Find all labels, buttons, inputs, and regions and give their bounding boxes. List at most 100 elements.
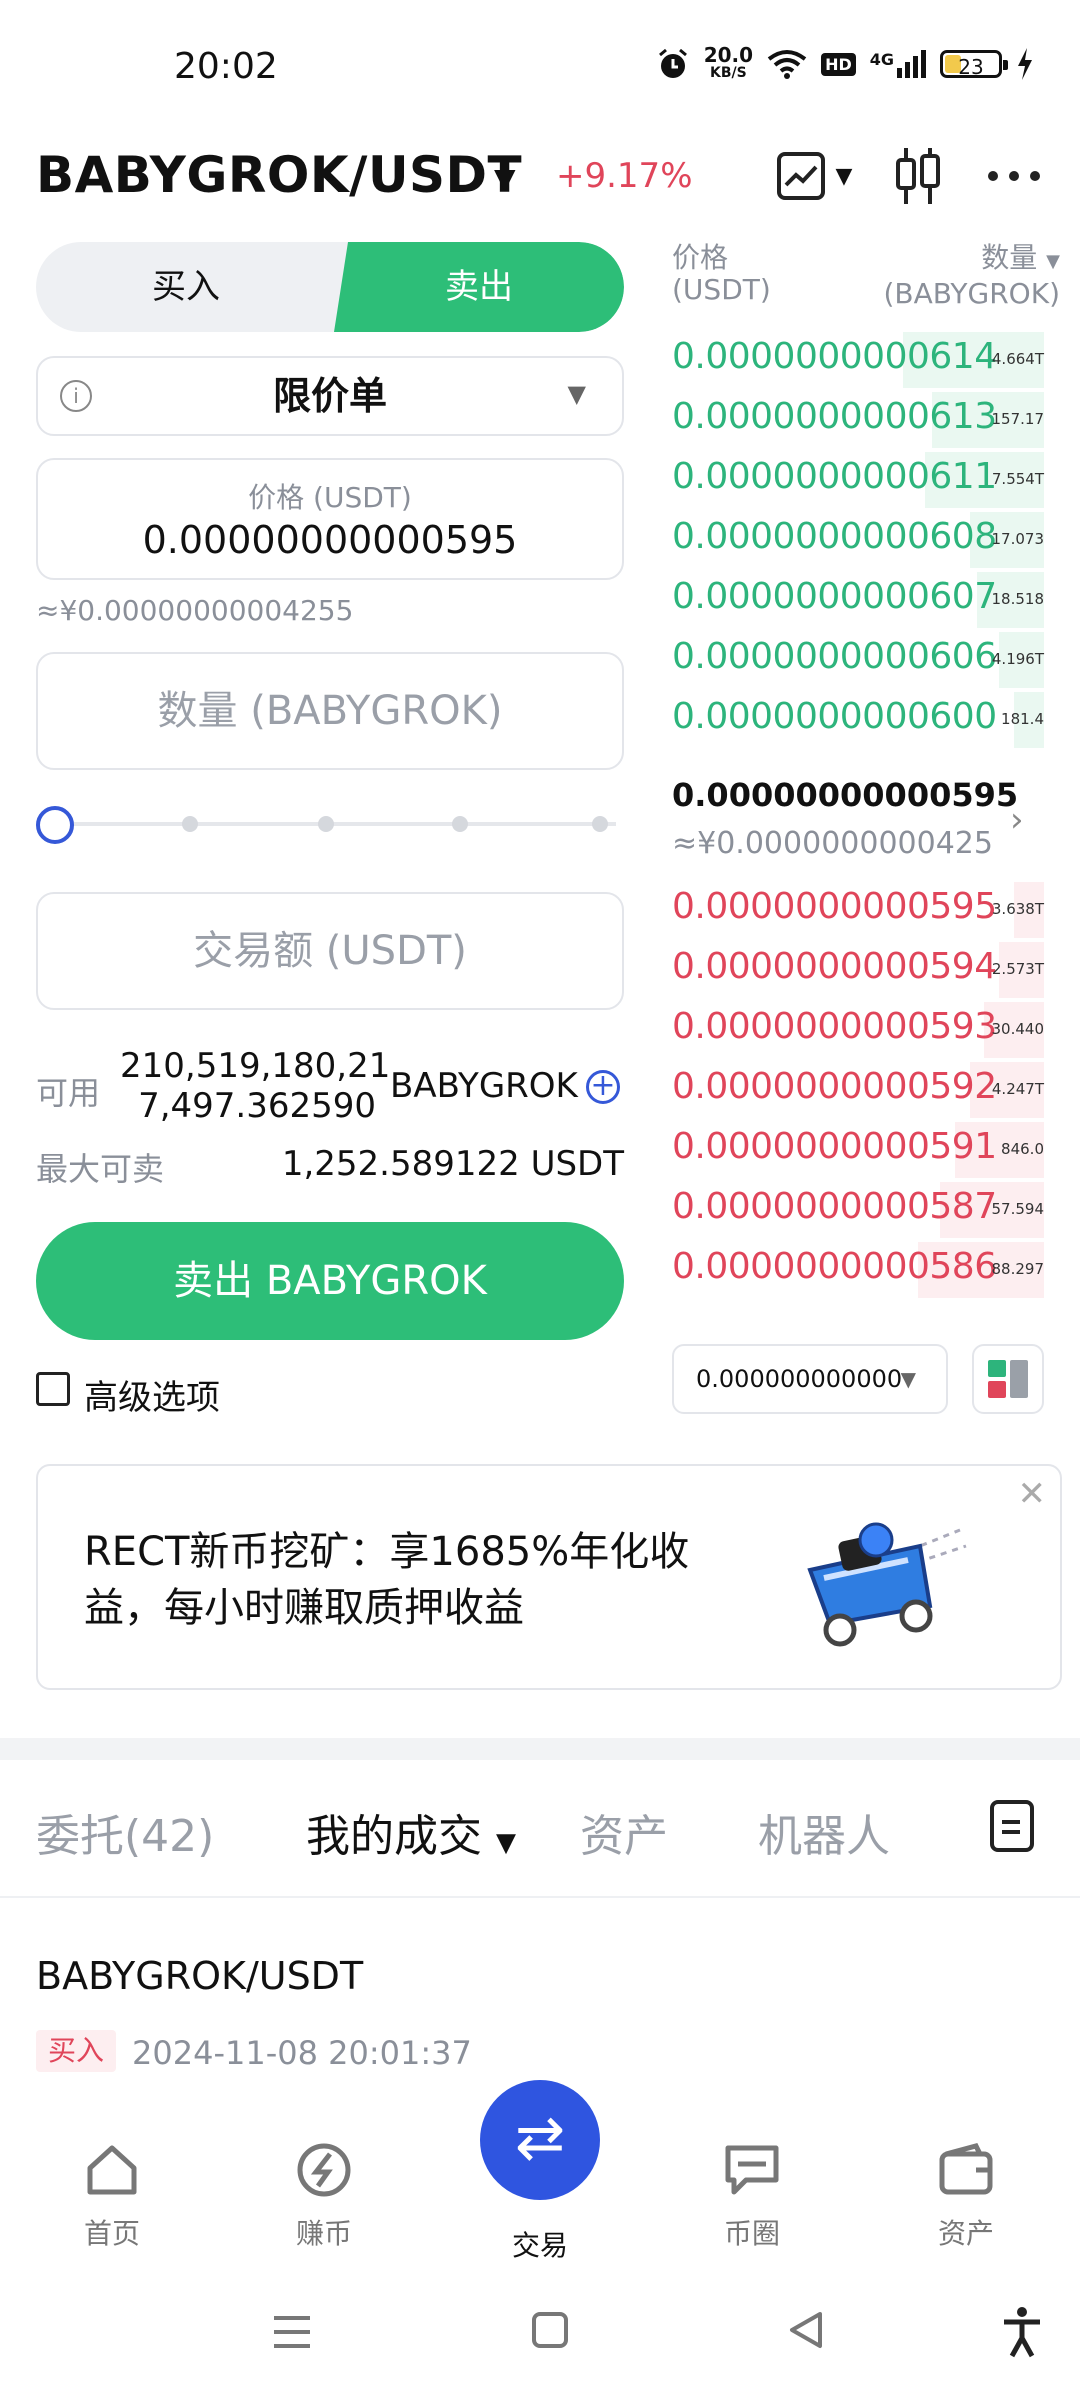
system-nav bbox=[0, 2266, 1080, 2400]
side-toggle: 买入 卖出 bbox=[36, 242, 624, 332]
bottom-nav: 首页 赚币 ⇄ 交易 币圈 资产 bbox=[0, 2080, 1080, 2266]
pair-title[interactable]: BABYGROK/USDT bbox=[36, 146, 522, 204]
home-icon bbox=[87, 2145, 137, 2195]
price-approx: ≈¥0.00000000004255 bbox=[36, 594, 354, 627]
trade-pair[interactable]: BABYGROK/USDT bbox=[36, 1954, 363, 1998]
slider-stop-75[interactable] bbox=[452, 816, 468, 832]
amount-placeholder: 交易额 (USDT) bbox=[193, 928, 467, 974]
buy-tab[interactable]: 买入 bbox=[36, 242, 336, 332]
sell-tab[interactable]: 卖出 bbox=[334, 242, 624, 332]
max-sell-value: 1,252.589122 USDT bbox=[281, 1144, 624, 1184]
orderbook-row[interactable]: 0.0000000000594 2.573T bbox=[672, 940, 1044, 1000]
advanced-options-checkbox[interactable] bbox=[36, 1372, 70, 1406]
trade-swap-icon[interactable]: ⇄ bbox=[480, 2080, 600, 2200]
orderbook-row[interactable]: 0.0000000000614 4.664T bbox=[672, 330, 1044, 390]
chart-toggle-button[interactable]: ▼ bbox=[764, 146, 864, 206]
quantity-input[interactable]: 数量 (BABYGROK) bbox=[36, 652, 624, 770]
slider-stop-25[interactable] bbox=[182, 816, 198, 832]
amount-input[interactable]: 交易额 (USDT) bbox=[36, 892, 624, 1010]
nav-community[interactable]: 币圈 bbox=[682, 2140, 822, 2252]
signal-icon: 4G bbox=[870, 50, 926, 78]
tab-my-trades[interactable]: 我的成交 ▼ bbox=[306, 1800, 516, 1864]
price-change: +9.17% bbox=[556, 156, 693, 196]
tab-separator bbox=[0, 1896, 1080, 1898]
slider-stop-50[interactable] bbox=[318, 816, 334, 832]
slider-stop-100[interactable] bbox=[592, 816, 608, 832]
trade-time: 2024-11-08 20:01:37 bbox=[132, 2034, 472, 2072]
available-unit: BABYGROK bbox=[390, 1066, 578, 1106]
chevron-right-icon[interactable]: › bbox=[1010, 800, 1024, 840]
sell-submit-button[interactable]: 卖出 BABYGROK bbox=[36, 1222, 624, 1340]
tab-assets[interactable]: 资产 bbox=[580, 1800, 668, 1864]
accessibility-icon[interactable] bbox=[1000, 2306, 1044, 2358]
orderbook-row[interactable]: 0.0000000000611 7.554T bbox=[672, 450, 1044, 510]
slider-knob[interactable] bbox=[36, 806, 74, 844]
nav-earn[interactable]: 赚币 bbox=[254, 2140, 394, 2252]
last-price-approx: ≈¥0.0000000000425 bbox=[672, 826, 993, 861]
last-price: 0.00000000000595 bbox=[672, 776, 1019, 814]
precision-select[interactable]: 0.000000000000 ▼ bbox=[672, 1344, 948, 1414]
orderbook-row[interactable]: 0.0000000000593 30.440 bbox=[672, 1000, 1044, 1060]
menu-icon[interactable] bbox=[270, 2312, 314, 2352]
chevron-down-icon: ▼ bbox=[835, 163, 853, 189]
orderbook-row[interactable]: 0.0000000000586 88.297 bbox=[672, 1240, 1044, 1300]
percent-slider[interactable] bbox=[36, 804, 616, 844]
chevron-down-icon: ▼ bbox=[496, 1828, 516, 1858]
order-type-label: 限价单 bbox=[272, 374, 387, 418]
chart-icon bbox=[776, 152, 825, 200]
chevron-down-icon: ▼ bbox=[1046, 251, 1060, 272]
promo-banner[interactable]: RECT新币挖矿：享1685%年化收益，每小时赚取质押收益 ✕ bbox=[36, 1464, 1062, 1690]
price-value: 0.00000000000595 bbox=[142, 518, 518, 562]
network-speed: 20.0 KB/S bbox=[703, 43, 754, 81]
candlestick-icon bbox=[896, 148, 940, 204]
orderbook-row[interactable]: 0.0000000000591 846.0 bbox=[672, 1120, 1044, 1180]
orderbook-row[interactable]: 0.0000000000587 57.594 bbox=[672, 1180, 1044, 1240]
layout-icon bbox=[988, 1360, 1028, 1398]
nav-assets[interactable]: 资产 bbox=[896, 2140, 1036, 2252]
pair-dropdown-icon[interactable]: ▼ bbox=[494, 162, 516, 195]
home-square-icon[interactable] bbox=[530, 2310, 570, 2350]
orderbook-layout-button[interactable] bbox=[972, 1344, 1044, 1414]
earn-icon bbox=[297, 2143, 351, 2197]
slider-track bbox=[56, 822, 616, 826]
chat-icon bbox=[725, 2145, 779, 2195]
tab-orders[interactable]: 委托(42) bbox=[36, 1800, 214, 1864]
close-icon[interactable]: ✕ bbox=[1018, 1474, 1047, 1514]
available-value: 210,519,180,21 7,497.362590 bbox=[120, 1046, 391, 1126]
price-placeholder: 价格 (USDT) bbox=[248, 481, 412, 514]
orderbook-row[interactable]: 0.0000000000600 181.4 bbox=[672, 690, 1044, 750]
available-label: 可用 bbox=[36, 1074, 101, 1112]
advanced-options-label[interactable]: 高级选项 bbox=[84, 1370, 220, 1419]
orderbook-row[interactable]: 0.0000000000592 4.247T bbox=[672, 1060, 1044, 1120]
more-button[interactable] bbox=[984, 146, 1044, 206]
quantity-placeholder: 数量 (BABYGROK) bbox=[157, 688, 503, 734]
nav-trade[interactable]: 交易 bbox=[470, 2224, 610, 2264]
transfer-plus-icon[interactable]: + bbox=[586, 1070, 620, 1104]
chevron-down-icon: ▼ bbox=[567, 380, 586, 408]
order-type-select[interactable]: i 限价单 ▼ bbox=[36, 356, 624, 436]
wallet-icon bbox=[939, 2143, 993, 2195]
price-input[interactable]: 价格 (USDT) 0.00000000000595 bbox=[36, 458, 624, 580]
back-icon[interactable] bbox=[786, 2310, 826, 2350]
max-sell-label: 最大可卖 bbox=[36, 1150, 165, 1188]
section-divider bbox=[0, 1738, 1080, 1760]
wifi-icon bbox=[767, 50, 807, 79]
status-time: 20:02 bbox=[174, 46, 278, 87]
order-history-icon[interactable] bbox=[990, 1800, 1034, 1852]
mining-cart-icon bbox=[807, 1522, 967, 1647]
orderbook-qty-header[interactable]: 数量 ▼ (BABYGROK) bbox=[883, 242, 1060, 310]
nav-home[interactable]: 首页 bbox=[42, 2140, 182, 2252]
trade-side-badge: 买入 bbox=[36, 2030, 117, 2072]
tab-bots[interactable]: 机器人 bbox=[758, 1800, 890, 1864]
chevron-down-icon: ▼ bbox=[900, 1367, 916, 1391]
orderbook-row[interactable]: 0.0000000000595 3.638T bbox=[672, 880, 1044, 940]
hd-icon: HD bbox=[821, 52, 856, 76]
orderbook-row[interactable]: 0.0000000000606 4.196T bbox=[672, 630, 1044, 690]
orderbook-row[interactable]: 0.0000000000607 18.518 bbox=[672, 570, 1044, 630]
status-icons: 20.0 KB/S HD 4G 23 bbox=[656, 43, 1034, 82]
orderbook-price-header: 价格 (USDT) bbox=[672, 241, 771, 306]
kline-button[interactable] bbox=[888, 146, 948, 206]
orderbook-row[interactable]: 0.0000000000613 157.17 bbox=[672, 390, 1044, 450]
promo-text: RECT新币挖矿：享1685%年化收益，每小时赚取质押收益 bbox=[84, 1529, 690, 1631]
orderbook-row[interactable]: 0.0000000000608 17.073 bbox=[672, 510, 1044, 570]
